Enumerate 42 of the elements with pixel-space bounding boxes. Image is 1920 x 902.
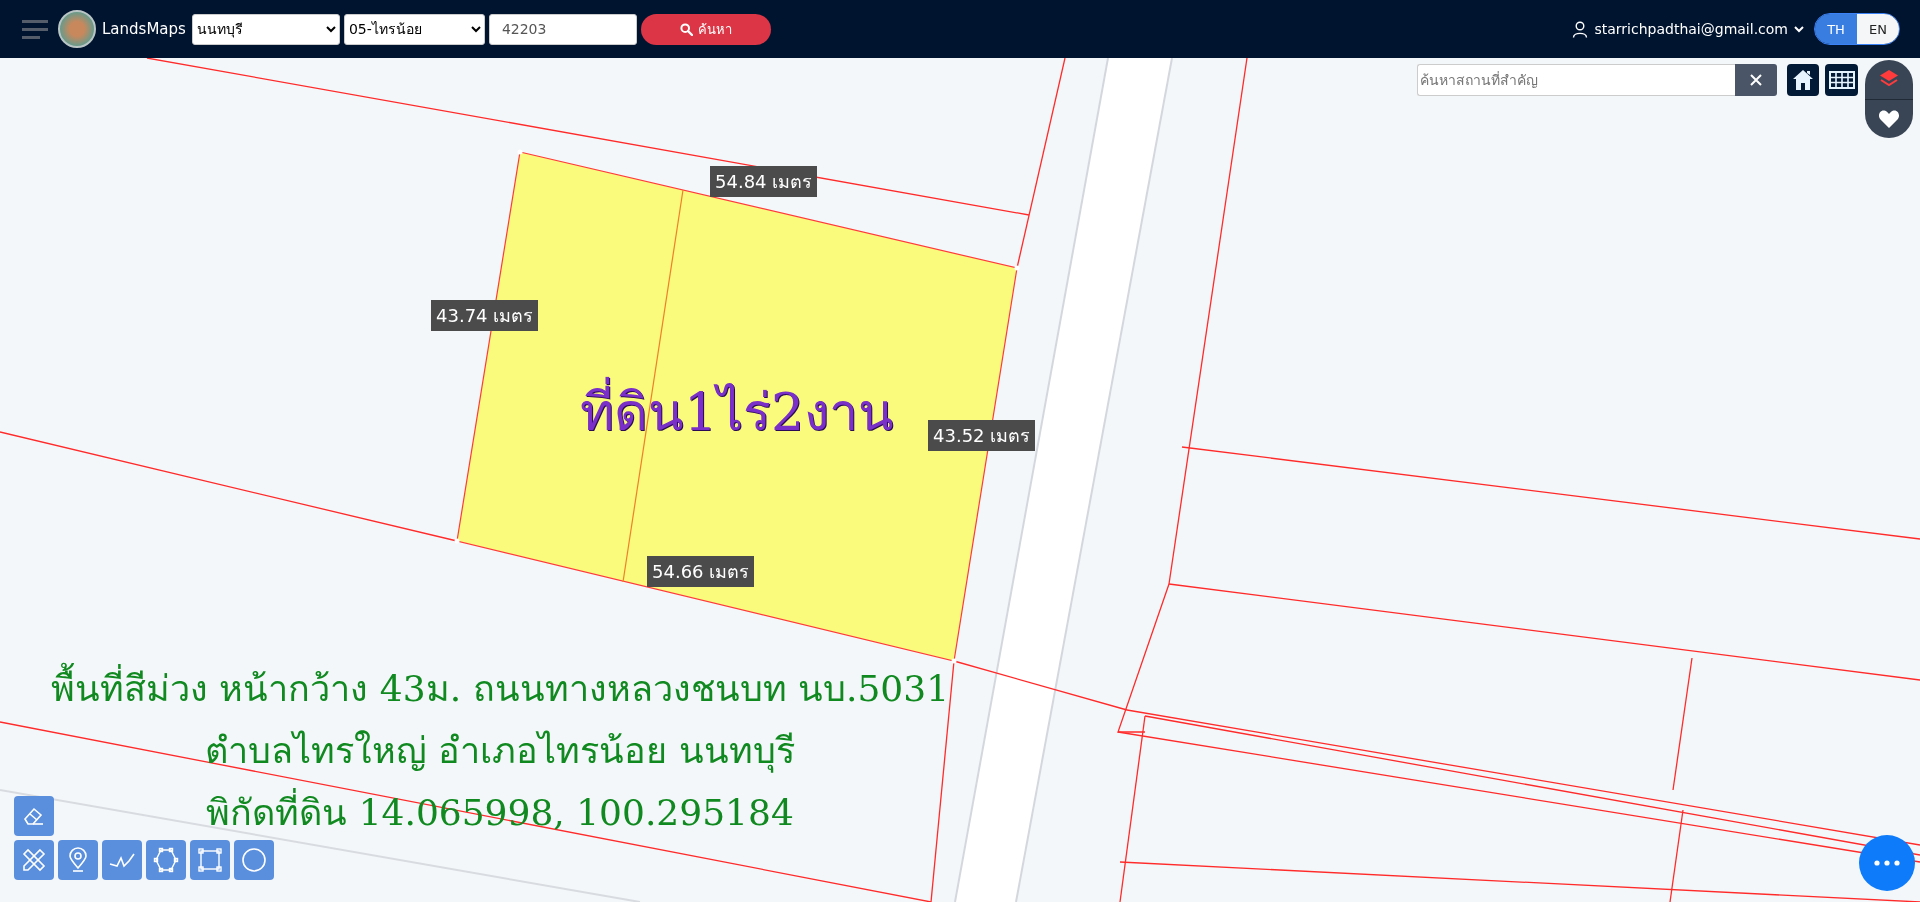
measurement-label: 54.66 เมตร	[647, 556, 755, 587]
search-button[interactable]: ค้นหา	[640, 13, 771, 45]
measurement-label: 43.74 เมตร	[431, 300, 539, 331]
province-select[interactable]: นนทบุรี	[191, 13, 340, 45]
circle-tool-button[interactable]	[234, 840, 274, 880]
district-select[interactable]: 05-ไทรน้อย	[343, 13, 485, 45]
logo-emblem-icon	[58, 10, 96, 48]
annotation-text: พื้นที่สีม่วง หน้ากว้าง 43ม. ถนนทางหลวงชนบท นบ.5031	[50, 658, 950, 720]
caret-icon[interactable]	[1794, 25, 1804, 33]
search-icon	[679, 22, 693, 36]
rectangle-tool-button[interactable]	[190, 840, 230, 880]
measurement-label: 43.52 เมตร	[928, 420, 1036, 451]
measurement-label: 54.84 เมตร	[710, 166, 818, 197]
line-tool-button[interactable]	[102, 840, 142, 880]
hexagon-icon	[153, 847, 179, 873]
square-icon	[197, 847, 223, 873]
close-icon	[1750, 74, 1762, 86]
user-email[interactable]: starrichpadthai@gmail.com	[1594, 21, 1788, 37]
parcel-number-field[interactable]: 42203	[488, 13, 637, 45]
eraser-button[interactable]	[14, 796, 54, 836]
house-icon	[1791, 68, 1815, 92]
circle-icon	[241, 847, 267, 873]
language-option[interactable]: EN	[1857, 14, 1899, 44]
grid-button[interactable]	[1825, 64, 1858, 96]
user-icon	[1572, 20, 1589, 38]
ruler-pencil-icon	[21, 847, 47, 873]
menu-button[interactable]	[22, 19, 48, 39]
annotation-text: ตำบลไทรใหญ่ อำเภอไทรน้อย นนทบุรี	[205, 729, 795, 775]
more-button[interactable]	[1859, 835, 1915, 891]
heart-icon	[1878, 108, 1900, 129]
parcel-title: ที่ดิน1ไร่2งาน	[580, 370, 895, 453]
clear-button[interactable]	[1735, 64, 1777, 96]
grid-icon	[1828, 71, 1855, 89]
measure-button[interactable]	[14, 840, 54, 880]
place-search-field[interactable]: ค้นหาสถานที่สำคัญ	[1417, 64, 1735, 96]
home-button[interactable]	[1787, 64, 1819, 96]
map-pin-icon	[67, 847, 89, 873]
marker-button[interactable]	[58, 840, 98, 880]
polygon-tool-button[interactable]	[146, 840, 186, 880]
app-logo-text: LandsMaps	[102, 20, 186, 38]
language-option[interactable]: TH	[1815, 14, 1857, 44]
ellipsis-icon	[1874, 860, 1900, 866]
